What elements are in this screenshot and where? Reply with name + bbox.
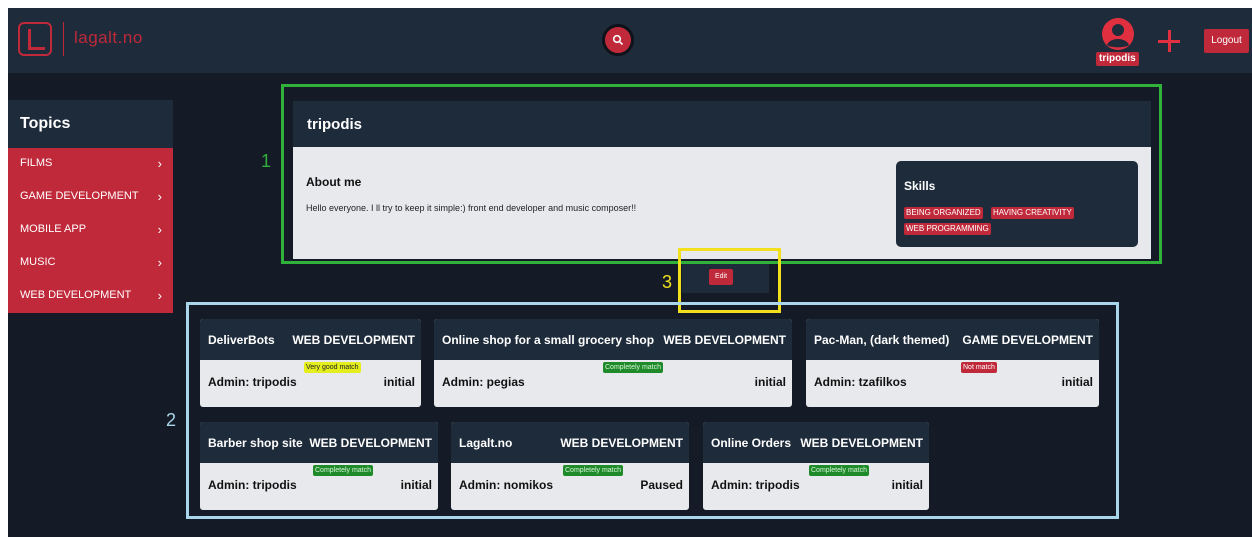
chevron-right-icon: › bbox=[157, 255, 162, 270]
sidebar-item-mobile-app[interactable]: MOBILE APP › bbox=[8, 214, 173, 247]
add-project-icon[interactable] bbox=[1158, 30, 1180, 52]
chevron-right-icon: › bbox=[157, 189, 162, 204]
annotation-box-projects bbox=[186, 302, 1119, 519]
topics-list: FILMS › GAME DEVELOPMENT › MOBILE APP › … bbox=[8, 148, 173, 313]
sidebar-item-web-development[interactable]: WEB DEVELOPMENT › bbox=[8, 280, 173, 313]
user-profile-button[interactable]: tripodis bbox=[1096, 18, 1139, 66]
top-navbar: lagalt.no tripodis Logout bbox=[8, 8, 1252, 73]
logo-icon[interactable] bbox=[18, 22, 52, 56]
sidebar-item-films[interactable]: FILMS › bbox=[8, 148, 173, 181]
sidebar-item-label: WEB DEVELOPMENT bbox=[20, 289, 132, 301]
annotation-number-1: 1 bbox=[261, 151, 272, 171]
sidebar-item-music[interactable]: MUSIC › bbox=[8, 247, 173, 280]
annotation-number-2: 2 bbox=[166, 410, 177, 430]
user-avatar-icon bbox=[1102, 18, 1134, 50]
chevron-right-icon: › bbox=[157, 288, 162, 303]
sidebar-item-label: MUSIC bbox=[20, 256, 56, 268]
app-window: lagalt.no tripodis Logout Topics FILMS ›… bbox=[8, 8, 1252, 537]
search-button[interactable] bbox=[602, 24, 634, 56]
sidebar-item-game-development[interactable]: GAME DEVELOPMENT › bbox=[8, 181, 173, 214]
search-icon bbox=[612, 34, 624, 46]
sidebar-item-label: GAME DEVELOPMENT bbox=[20, 190, 139, 202]
annotation-number-3: 3 bbox=[662, 272, 673, 292]
sidebar-title: Topics bbox=[8, 100, 173, 148]
annotation-box-profile bbox=[281, 84, 1162, 264]
sidebar-item-label: FILMS bbox=[20, 157, 53, 169]
username-badge: tripodis bbox=[1096, 52, 1139, 66]
logo-divider bbox=[63, 22, 64, 56]
chevron-right-icon: › bbox=[157, 222, 162, 237]
logout-button[interactable]: Logout bbox=[1204, 29, 1249, 53]
sidebar-item-label: MOBILE APP bbox=[20, 223, 87, 235]
logo-text[interactable]: lagalt.no bbox=[74, 28, 143, 48]
chevron-right-icon: › bbox=[157, 156, 162, 171]
